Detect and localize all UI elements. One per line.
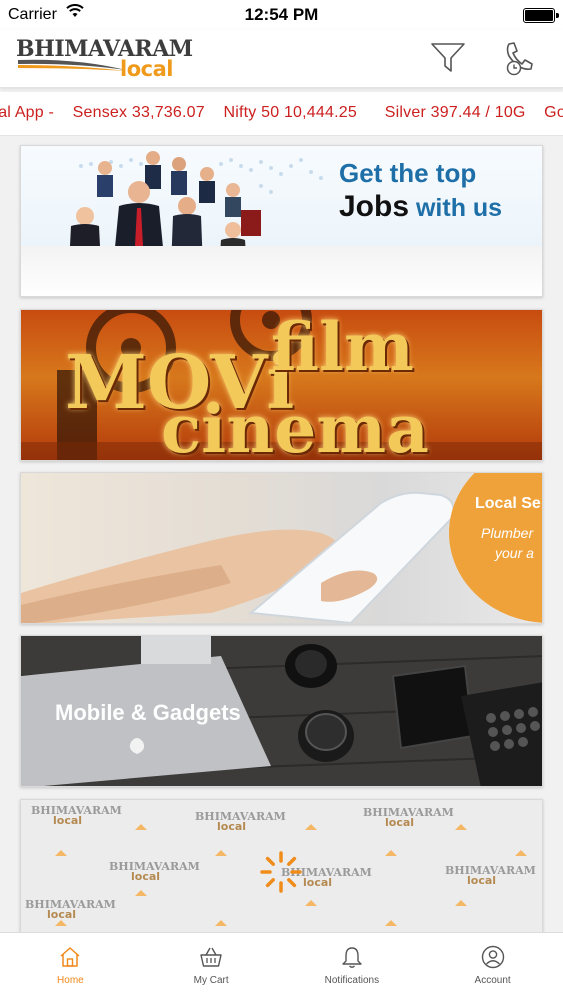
tab-account[interactable]: Account <box>422 933 563 1000</box>
ticker-track: cal App - Sensex 33,736.07 Nifty 50 10,4… <box>0 104 563 122</box>
home-icon <box>60 947 80 967</box>
jobs-with-us: with us <box>409 194 503 222</box>
ticker-item: Sensex 33,736.07 <box>72 104 205 121</box>
tab-label: Account <box>474 975 511 986</box>
ticker-item: Silver 397.44 / 10G <box>384 104 526 121</box>
tab-label: Notifications <box>324 975 380 986</box>
ticker-item: Go <box>544 104 563 121</box>
tab-notifications[interactable]: Notifications <box>282 933 423 1000</box>
stock-ticker[interactable]: cal App - Sensex 33,736.07 Nifty 50 10,4… <box>0 92 563 136</box>
ticker-item: Nifty 50 10,444.25 <box>223 104 357 121</box>
phone-clock-icon <box>506 42 533 76</box>
film-title-word: film <box>271 309 414 386</box>
battery-icon <box>523 8 559 23</box>
ticker-item: cal App - <box>0 104 55 121</box>
jobs-banner[interactable]: Get the top Jobs with us <box>20 145 543 297</box>
bell-icon <box>342 947 362 968</box>
app-header: BHIMAVARAM local <box>0 30 563 88</box>
mobile-gadgets-banner[interactable]: Mobile & Gadgets <box>20 635 543 787</box>
loading-spinner-icon <box>260 851 302 893</box>
brand-watermark: BHIMAVARAM local <box>25 898 116 921</box>
logo-text-bottom: local <box>120 57 173 81</box>
user-circle-icon <box>481 945 504 969</box>
jobs-headline: Get the top <box>339 158 477 188</box>
filter-button[interactable] <box>428 38 468 78</box>
brand-watermark: BHIMAVARAM local <box>363 806 454 829</box>
filter-funnel-icon <box>431 43 465 72</box>
tab-my-cart[interactable]: My Cart <box>141 933 282 1000</box>
services-subtitle-1: Plumber <box>481 525 534 541</box>
status-bar: Carrier 12:54 PM <box>0 0 563 30</box>
cart-basket-icon <box>200 947 222 967</box>
logo-swoosh-icon <box>18 59 126 71</box>
brand-watermark: BHIMAVARAM local <box>445 864 536 887</box>
banner-footer <box>21 246 542 296</box>
app-logo[interactable]: BHIMAVARAM local <box>16 34 193 84</box>
tab-label: Home <box>57 975 84 986</box>
bottom-tab-bar: Home My Cart Notifications Account <box>0 932 563 1000</box>
jobs-subheadline: Jobs with us <box>339 190 502 224</box>
local-services-banner[interactable]: Local Se Plumber your a <box>20 472 543 624</box>
brand-watermark: BHIMAVARAM local <box>195 810 286 833</box>
tab-label: My Cart <box>193 975 229 986</box>
brand-watermark: BHIMAVARAM local <box>31 804 122 827</box>
movie-banner[interactable]: MOVi film cinema <box>20 309 543 461</box>
clock-time: 12:54 PM <box>244 5 319 24</box>
brand-banner[interactable]: BHIMAVARAM local BHIMAVARAM local BHIMAVAR… <box>20 799 543 932</box>
call-button[interactable] <box>500 38 540 78</box>
services-title: Local Se <box>475 495 541 512</box>
category-banner-list[interactable]: Get the top Jobs with us MOVi film cinem… <box>0 136 563 932</box>
jobs-word: Jobs <box>339 190 410 223</box>
services-subtitle-2: your a <box>495 545 534 561</box>
tab-home[interactable]: Home <box>0 933 141 1000</box>
mobile-gadgets-title: Mobile & Gadgets <box>55 700 241 725</box>
cinema-title-word: cinema <box>161 390 429 461</box>
brand-watermark: BHIMAVARAM local <box>109 860 200 883</box>
